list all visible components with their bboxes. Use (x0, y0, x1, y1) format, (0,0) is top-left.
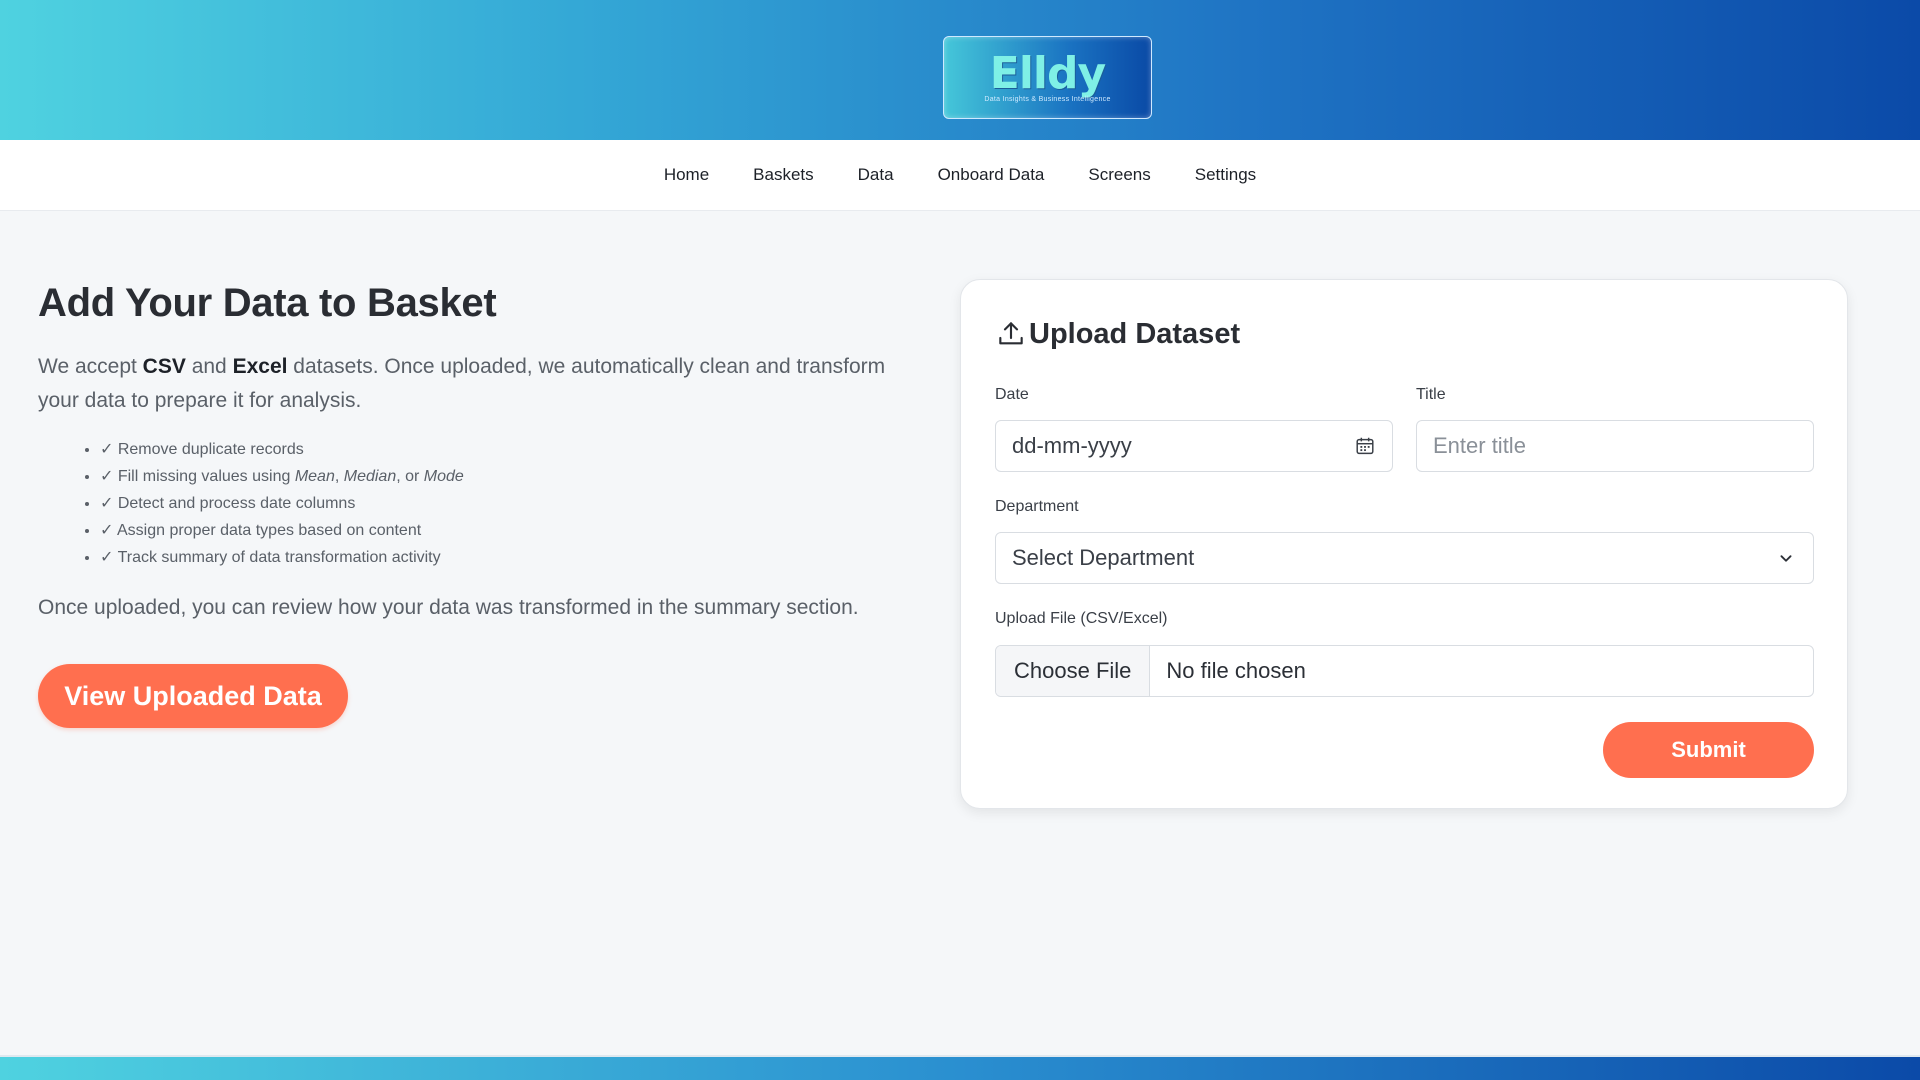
title-input[interactable]: Enter title (1416, 420, 1814, 472)
footer-bar (0, 1055, 1920, 1080)
info-panel: Add Your Data to Basket We accept CSV an… (38, 278, 918, 623)
view-uploaded-data-button[interactable]: View Uploaded Data (38, 664, 348, 728)
department-select[interactable]: Select Department (995, 532, 1814, 584)
submit-button[interactable]: Submit (1603, 722, 1814, 778)
form-title: Upload Dataset (995, 314, 1240, 354)
file-label: Upload File (CSV/Excel) (995, 610, 1168, 627)
file-input[interactable]: Choose File No file chosen (995, 645, 1814, 697)
nav-item-baskets[interactable]: Baskets (731, 165, 835, 185)
format-csv: CSV (142, 355, 186, 378)
format-excel: Excel (232, 355, 288, 378)
upload-form-card: Upload Dataset Date dd-mm-yyyy Title Ent… (960, 279, 1848, 809)
header-banner: Elldy Data Insights & Business Intellige… (0, 0, 1920, 140)
title-placeholder: Enter title (1433, 433, 1526, 458)
form-title-text: Upload Dataset (1029, 317, 1241, 350)
department-selected: Select Department (1012, 545, 1195, 570)
file-status: No file chosen (1166, 658, 1306, 683)
intro-and: and (185, 355, 233, 378)
brand-logo[interactable]: Elldy Data Insights & Business Intellige… (943, 36, 1152, 119)
intro-prefix: We accept (38, 355, 143, 378)
date-input[interactable]: dd-mm-yyyy (995, 420, 1393, 472)
nav-item-data[interactable]: Data (836, 165, 916, 185)
choose-file-button[interactable]: Choose File (996, 646, 1151, 696)
method-mode: Mode (423, 468, 464, 485)
logo-tagline: Data Insights & Business Intelligence (984, 96, 1111, 103)
title-label: Title (1416, 386, 1446, 403)
list-item: ✓ Fill missing values using Mean, Median… (100, 463, 918, 490)
feature-list: ✓ Remove duplicate records ✓ Fill missin… (100, 436, 918, 571)
method-sep: , (334, 468, 344, 485)
department-label: Department (995, 498, 1079, 515)
date-placeholder: dd-mm-yyyy (1012, 433, 1132, 458)
date-label: Date (995, 386, 1029, 403)
nav-item-settings[interactable]: Settings (1173, 165, 1278, 185)
list-item: ✓ Remove duplicate records (100, 436, 918, 463)
chevron-down-icon (1780, 555, 1792, 562)
list-item: ✓ Detect and process date columns (100, 490, 918, 517)
list-item: ✓ Track summary of data transformation a… (100, 544, 918, 571)
method-median: Median (343, 468, 397, 485)
method-sep: , or (396, 468, 424, 485)
list-item: ✓ Assign proper data types based on cont… (100, 517, 918, 544)
method-mean: Mean (294, 468, 335, 485)
outro-text: Once uploaded, you can review how your d… (38, 596, 859, 619)
logo-wordmark: Elldy (989, 48, 1106, 99)
upload-icon (999, 322, 1023, 345)
nav-item-onboard-data[interactable]: Onboard Data (916, 165, 1067, 185)
main-nav: Home Baskets Data Onboard Data Screens S… (0, 140, 1920, 211)
page-title: Add Your Data to Basket (38, 281, 497, 325)
intro-text: We accept CSV and Excel datasets. Once u… (38, 350, 918, 418)
calendar-icon[interactable] (1354, 435, 1376, 457)
feature-missing-prefix: ✓ Fill missing values using (100, 468, 295, 485)
nav-item-home[interactable]: Home (642, 165, 731, 185)
nav-item-screens[interactable]: Screens (1066, 165, 1172, 185)
